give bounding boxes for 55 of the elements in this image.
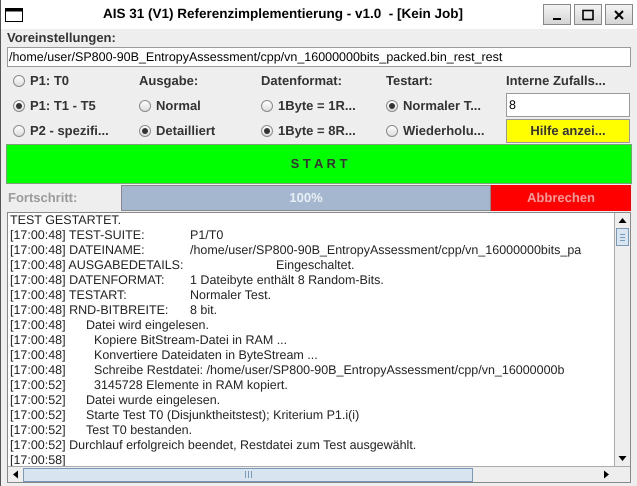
log-line: TEST GESTARTET. bbox=[10, 213, 122, 228]
group-heading: Testart: bbox=[386, 72, 434, 90]
log-line: [17:00:52] Test T0 bestanden. bbox=[10, 423, 194, 438]
window-title: AIS 31 (V1) Referenzimplementierung - v1.0 - [Kein Job] bbox=[102, 5, 464, 24]
radio-label[interactable]: Normaler T... bbox=[403, 96, 482, 116]
radio-label[interactable]: Normal bbox=[156, 96, 201, 116]
radio-label[interactable]: 1Byte = 8R... bbox=[278, 120, 356, 140]
radio-button[interactable] bbox=[386, 100, 398, 112]
log-line: [17:00:48] DATEINAME: /home/user/SP800-90B_EntropyAssessment/cpp/vn_16000000bits_pa bbox=[10, 243, 582, 258]
radio-button[interactable] bbox=[139, 124, 151, 136]
group-heading: Ausgabe: bbox=[139, 72, 200, 90]
radio-label[interactable]: P1: T1 - T5 bbox=[30, 96, 96, 116]
close-icon bbox=[613, 8, 625, 20]
maximize-icon bbox=[582, 8, 594, 20]
progress-reading: 100% bbox=[288, 189, 324, 208]
log-line: [17:00:48] TEST-SUITE: P1/T0 bbox=[10, 228, 224, 243]
log-line: [17:00:48] Kopiere BitStream-Datei in RAM ... bbox=[10, 333, 288, 348]
log-line: [17:00:52] Durchlauf erfolgreich beendet, Restdatei zum Test ausgewählt. bbox=[10, 438, 418, 453]
radio-button[interactable] bbox=[13, 124, 25, 136]
radio-label[interactable]: P1: T0 bbox=[30, 70, 70, 90]
radio-button[interactable] bbox=[386, 124, 398, 136]
presets-label: Voreinstellungen: bbox=[7, 30, 117, 46]
minimize-icon bbox=[553, 18, 561, 20]
radio-label[interactable]: Wiederholu... bbox=[403, 120, 484, 140]
group-heading: Datenformat: bbox=[261, 72, 343, 90]
log-line: [17:00:48] RND-BITBREITE: 8 bit. bbox=[10, 303, 218, 318]
path-field[interactable]: /home/user/SP800-90B_EntropyAssessment/cpp/vn_16000000bits_packed.bin_rest_rest bbox=[7, 47, 631, 67]
vertical-scrollbar[interactable] bbox=[614, 213, 630, 466]
log-line: [17:00:48] AUSGABEDETAILS: Eingeschaltet. bbox=[10, 258, 356, 273]
radio-button[interactable] bbox=[13, 100, 25, 112]
log-line: [17:00:52] Starte Test T0 (Disjunktheitstest); Kriterium P1.i(i) bbox=[10, 408, 360, 423]
maximize-button[interactable] bbox=[574, 4, 602, 25]
horizontal-scrollbar[interactable] bbox=[8, 466, 630, 482]
minimize-button[interactable] bbox=[543, 4, 571, 25]
log-line: [17:00:48] Datei wird eingelesen. bbox=[10, 318, 210, 333]
close-button[interactable] bbox=[605, 4, 633, 25]
window-icon bbox=[5, 8, 23, 22]
log-line: [17:00:48] DATENFORMAT: 1 Dateibyte enthält 8 Random-Bits. bbox=[10, 273, 385, 288]
log-line: [17:00:48] Schreibe Restdatei: /home/user/SP800-90B_EntropyAssessment/cpp/vn_16000000b bbox=[10, 363, 566, 378]
radio-button[interactable] bbox=[261, 124, 273, 136]
radio-button[interactable] bbox=[261, 100, 273, 112]
radio-label[interactable]: 1Byte = 1R... bbox=[278, 96, 356, 116]
bit-width-field[interactable]: 8 bbox=[506, 93, 630, 117]
log-line: [17:00:48] TESTART: Normaler Test. bbox=[10, 288, 272, 303]
radio-label[interactable]: P2 - spezifi... bbox=[30, 120, 109, 140]
radio-button[interactable] bbox=[13, 74, 25, 86]
log-line: [17:00:48] Konvertiere Dateidaten in ByteStream ... bbox=[10, 348, 319, 363]
progress-label: Fortschritt: bbox=[7, 189, 78, 207]
radio-button[interactable] bbox=[139, 100, 151, 112]
log-line: [17:00:52] 3145728 Elemente in RAM kopiert. bbox=[10, 378, 289, 393]
log-line: [17:00:52] Datei wurde eingelesen. bbox=[10, 393, 222, 408]
start-button[interactable]: S T A R T bbox=[6, 144, 632, 184]
group-heading: Interne Zufalls... bbox=[506, 72, 607, 90]
radio-label[interactable]: Detailliert bbox=[156, 120, 216, 140]
help-button[interactable]: Hilfe anzei... bbox=[506, 119, 630, 143]
